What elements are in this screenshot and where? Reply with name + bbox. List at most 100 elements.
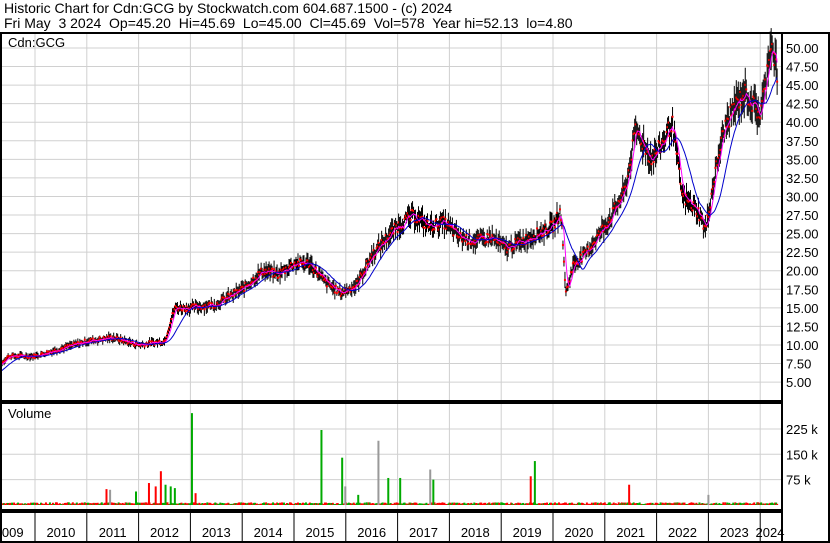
volume-label: Volume — [8, 406, 51, 421]
price-panel — [0, 32, 783, 402]
close-dot — [745, 88, 748, 91]
price-tick-label: 45.00 — [786, 78, 819, 93]
close-dot — [678, 167, 681, 170]
close-dot — [227, 292, 230, 295]
price-tick-label: 7.50 — [786, 357, 811, 372]
close-dot — [409, 218, 412, 221]
price-tick-label: 27.50 — [786, 208, 819, 223]
close-dot — [335, 292, 338, 295]
close-dot — [776, 80, 779, 83]
close-dot — [109, 335, 112, 338]
close-dot — [558, 208, 561, 211]
volume-tick-label: 150 k — [786, 447, 818, 462]
x-tick-label: 2017 — [409, 525, 438, 540]
price-tick-label: 47.50 — [786, 60, 819, 75]
close-dot — [396, 230, 399, 233]
close-dot — [563, 278, 566, 281]
close-dot — [444, 217, 447, 220]
close-dot — [364, 266, 367, 269]
volume-panel — [0, 402, 783, 511]
price-tick-label: 42.50 — [786, 97, 819, 112]
close-dot — [334, 284, 337, 287]
close-dot — [273, 268, 276, 271]
x-tick-label: 2023 — [720, 525, 749, 540]
close-dot — [751, 109, 754, 112]
close-dot — [83, 338, 86, 341]
close-dot — [277, 276, 280, 279]
x-tick-label: 2012 — [150, 525, 179, 540]
x-tick-label: 2022 — [668, 525, 697, 540]
close-dot — [91, 337, 94, 340]
close-dot — [433, 228, 436, 231]
close-dot — [513, 247, 516, 250]
close-dot — [671, 115, 674, 118]
price-tick-label: 15.00 — [786, 301, 819, 316]
close-dot — [579, 253, 582, 256]
close-dot — [325, 285, 328, 288]
x-tick-label: 2015 — [305, 525, 334, 540]
close-dot — [422, 226, 425, 229]
chart-canvas: 2009 2010 2011 2012 2013 2014 2015 2016 2017 2018… — [0, 28, 830, 543]
close-dot — [426, 219, 429, 222]
close-dot — [170, 318, 173, 321]
price-tick-label: 20.00 — [786, 264, 819, 279]
close-dot — [738, 106, 741, 109]
price-tick-label: 22.50 — [786, 245, 819, 260]
x-tick-label: 2009 — [0, 525, 24, 540]
x-tick-label: 2011 — [99, 525, 127, 540]
price-tick-label: 37.50 — [786, 134, 819, 149]
close-dot — [203, 308, 206, 311]
close-dot — [676, 152, 679, 155]
x-tick-label: 2021 — [616, 525, 645, 540]
close-dot — [551, 220, 554, 223]
close-dot — [208, 301, 211, 304]
x-tick-label: 2018 — [461, 525, 490, 540]
close-dot — [728, 125, 731, 128]
close-dot — [271, 267, 274, 270]
price-tick-label: 35.00 — [786, 152, 819, 167]
symbol-label: Cdn:GCG — [8, 35, 65, 50]
x-tick-label: 2019 — [513, 525, 542, 540]
close-dot — [465, 234, 468, 237]
close-dot — [181, 309, 184, 312]
price-tick-label: 30.00 — [786, 189, 819, 204]
x-tick-label: 2024 — [756, 525, 785, 540]
close-dot — [333, 291, 336, 294]
close-dot — [467, 242, 470, 245]
close-dot — [679, 182, 682, 185]
x-tick-label: 2020 — [564, 525, 593, 540]
close-dot — [541, 234, 544, 237]
price-tick-label: 17.50 — [786, 282, 819, 297]
x-tick-label: 2014 — [254, 525, 283, 540]
close-dot — [184, 310, 187, 313]
close-dot — [553, 226, 556, 229]
close-dot — [485, 240, 488, 243]
price-tick-label: 25.00 — [786, 227, 819, 242]
close-dot — [719, 148, 722, 151]
close-dot — [763, 88, 766, 91]
close-dot — [561, 244, 564, 247]
close-dot — [45, 350, 48, 353]
close-dot — [714, 166, 717, 169]
close-dot — [570, 271, 573, 274]
x-tick-label: 2010 — [46, 525, 75, 540]
close-dot — [33, 353, 36, 356]
price-tick-label: 5.00 — [786, 375, 811, 390]
close-dot — [670, 130, 673, 133]
volume-tick-label: 225 k — [786, 422, 818, 437]
close-dot — [562, 260, 565, 263]
stock-chart: Historic Chart for Cdn:GCG by Stockwatch… — [0, 0, 830, 543]
close-dot — [650, 163, 653, 166]
price-tick-label: 12.50 — [786, 319, 819, 334]
close-dot — [759, 117, 762, 120]
close-dot — [652, 161, 655, 164]
close-dot — [148, 340, 151, 343]
x-tick-label: 2013 — [202, 525, 231, 540]
close-dot — [536, 227, 539, 230]
close-dot — [658, 141, 661, 144]
x-tick-label: 2016 — [357, 525, 386, 540]
price-tick-label: 50.00 — [786, 41, 819, 56]
volume-tick-label: 75 k — [786, 473, 811, 488]
close-dot — [586, 245, 589, 248]
price-tick-label: 40.00 — [786, 115, 819, 130]
